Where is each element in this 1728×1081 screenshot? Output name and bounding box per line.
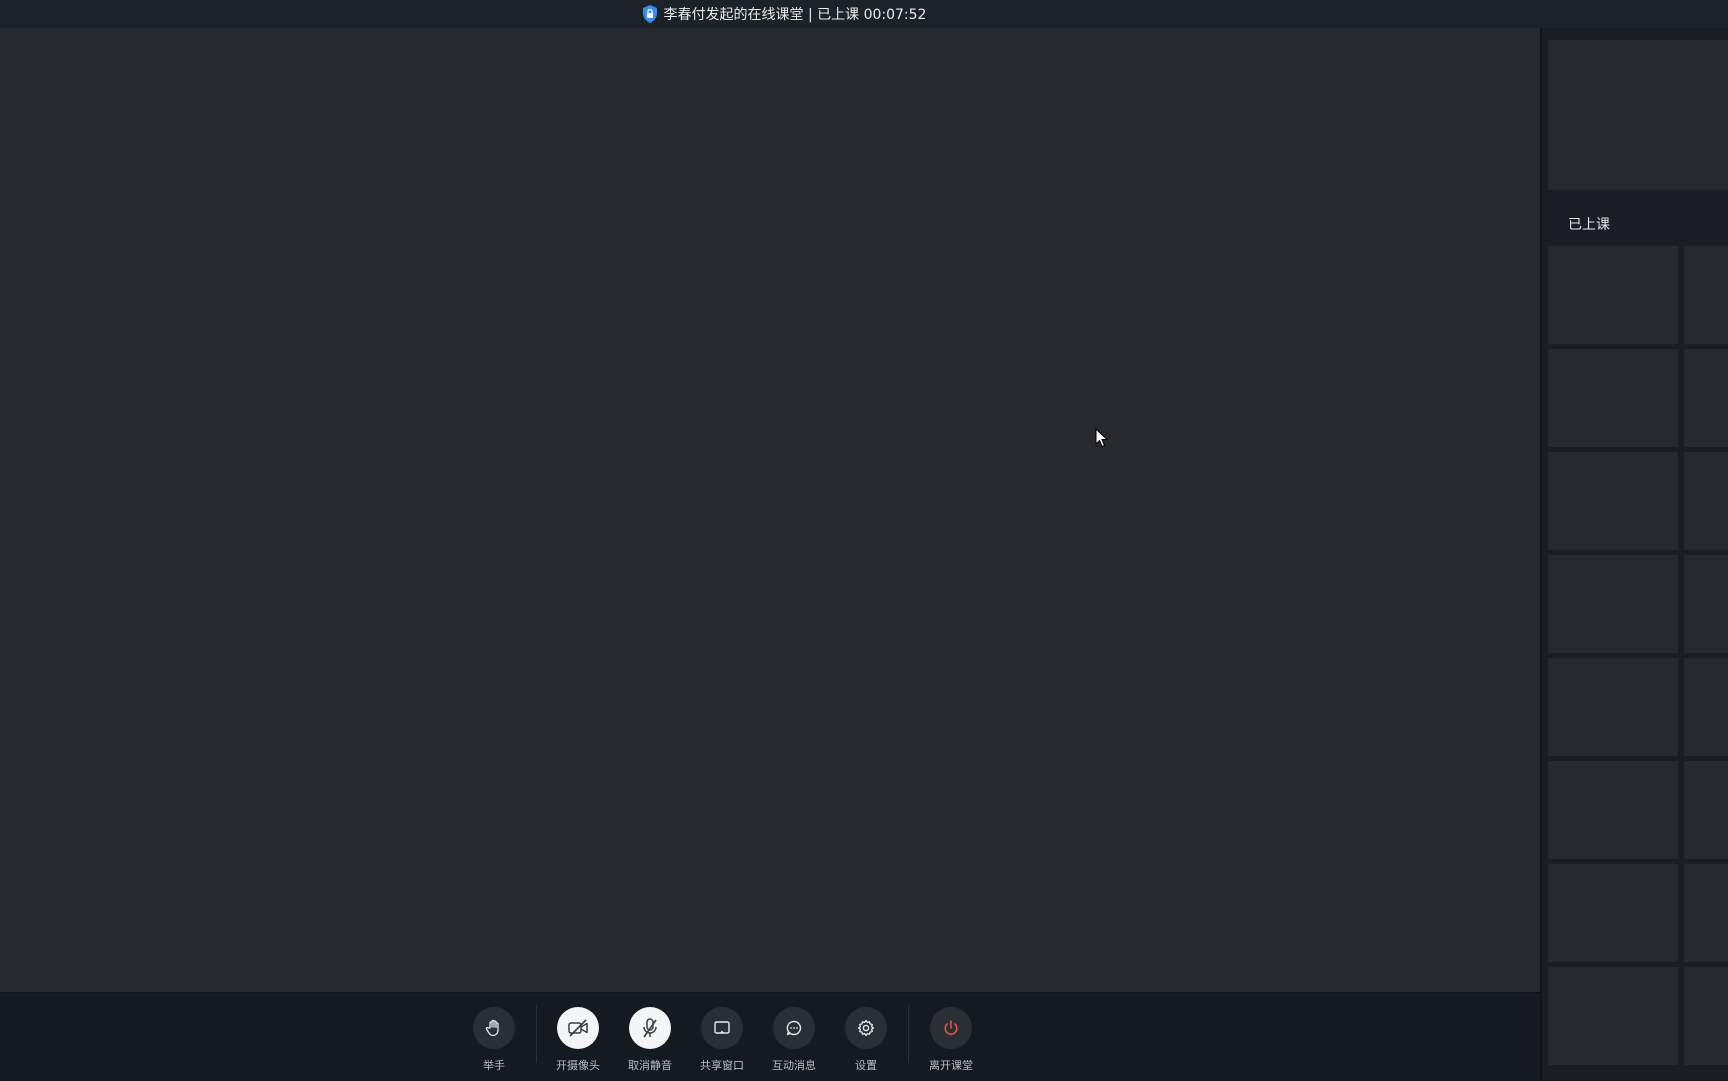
toolbar-divider xyxy=(908,1005,909,1063)
student-video-tile[interactable] xyxy=(1548,452,1678,550)
camera-circle[interactable] xyxy=(557,1007,599,1049)
shield-lock-icon xyxy=(642,5,657,23)
title-bar: 李春付发起的在线课堂 | 已上课 00:07:52 xyxy=(0,0,1728,29)
mic-off-icon xyxy=(643,1018,657,1038)
messages-circle[interactable] xyxy=(773,1007,815,1049)
bottom-toolbar: 举手 开摄像头 取消静音 共享窗口 互动消息 设置 离开课堂 xyxy=(0,992,1540,1081)
leave-class-circle[interactable] xyxy=(930,1007,972,1049)
messages-button[interactable]: 互动消息 xyxy=(764,993,824,1073)
share-window-button[interactable]: 共享窗口 xyxy=(692,993,752,1073)
sidebar-section-label: 已上课 xyxy=(1568,217,1610,233)
raise-hand-label: 举手 xyxy=(483,1059,505,1072)
title-wrap: 李春付发起的在线课堂 | 已上课 00:07:52 xyxy=(642,4,927,24)
raise-hand-button[interactable]: 举手 xyxy=(464,993,524,1073)
leave-class-button[interactable]: 离开课堂 xyxy=(921,993,981,1073)
student-video-tile[interactable] xyxy=(1548,761,1678,859)
student-video-tile[interactable] xyxy=(1684,349,1728,447)
camera-off-icon xyxy=(568,1019,588,1037)
messages-label: 互动消息 xyxy=(772,1059,816,1072)
student-video-tile[interactable] xyxy=(1684,452,1728,550)
student-video-tile[interactable] xyxy=(1548,349,1678,447)
raise-hand-circle[interactable] xyxy=(473,1007,515,1049)
student-video-tile[interactable] xyxy=(1548,555,1678,653)
share-window-circle[interactable] xyxy=(701,1007,743,1049)
camera-label: 开摄像头 xyxy=(556,1059,600,1072)
settings-label: 设置 xyxy=(855,1059,877,1072)
student-video-tile[interactable] xyxy=(1548,658,1678,756)
hand-icon xyxy=(485,1019,499,1037)
screen-share-icon xyxy=(714,1021,730,1034)
toolbar-divider xyxy=(536,1005,537,1063)
settings-button[interactable]: 设置 xyxy=(836,993,896,1073)
camera-button[interactable]: 开摄像头 xyxy=(548,993,608,1073)
student-video-tile[interactable] xyxy=(1548,967,1678,1065)
student-video-tile[interactable] xyxy=(1548,864,1678,962)
student-video-tile[interactable] xyxy=(1684,761,1728,859)
teacher-video-tile[interactable] xyxy=(1548,40,1728,190)
student-video-tile[interactable] xyxy=(1684,864,1728,962)
power-icon xyxy=(944,1020,958,1035)
student-video-tile[interactable] xyxy=(1684,555,1728,653)
gear-icon xyxy=(857,1019,875,1037)
student-video-tile[interactable] xyxy=(1548,246,1678,344)
student-video-tile[interactable] xyxy=(1684,658,1728,756)
leave-class-label: 离开课堂 xyxy=(929,1059,973,1072)
student-video-tile[interactable] xyxy=(1684,246,1728,344)
window-title: 李春付发起的在线课堂 | 已上课 00:07:52 xyxy=(663,7,927,23)
participants-sidebar: 已上课 xyxy=(1540,28,1728,1080)
main-stage[interactable] xyxy=(0,28,1540,992)
mouse-cursor-icon xyxy=(1095,428,1109,448)
unmute-button[interactable]: 取消静音 xyxy=(620,993,680,1073)
settings-circle[interactable] xyxy=(845,1007,887,1049)
chat-bubble-icon xyxy=(786,1020,802,1036)
student-video-tile[interactable] xyxy=(1684,967,1728,1065)
unmute-circle[interactable] xyxy=(629,1007,671,1049)
unmute-label: 取消静音 xyxy=(628,1059,672,1072)
share-window-label: 共享窗口 xyxy=(700,1059,744,1072)
